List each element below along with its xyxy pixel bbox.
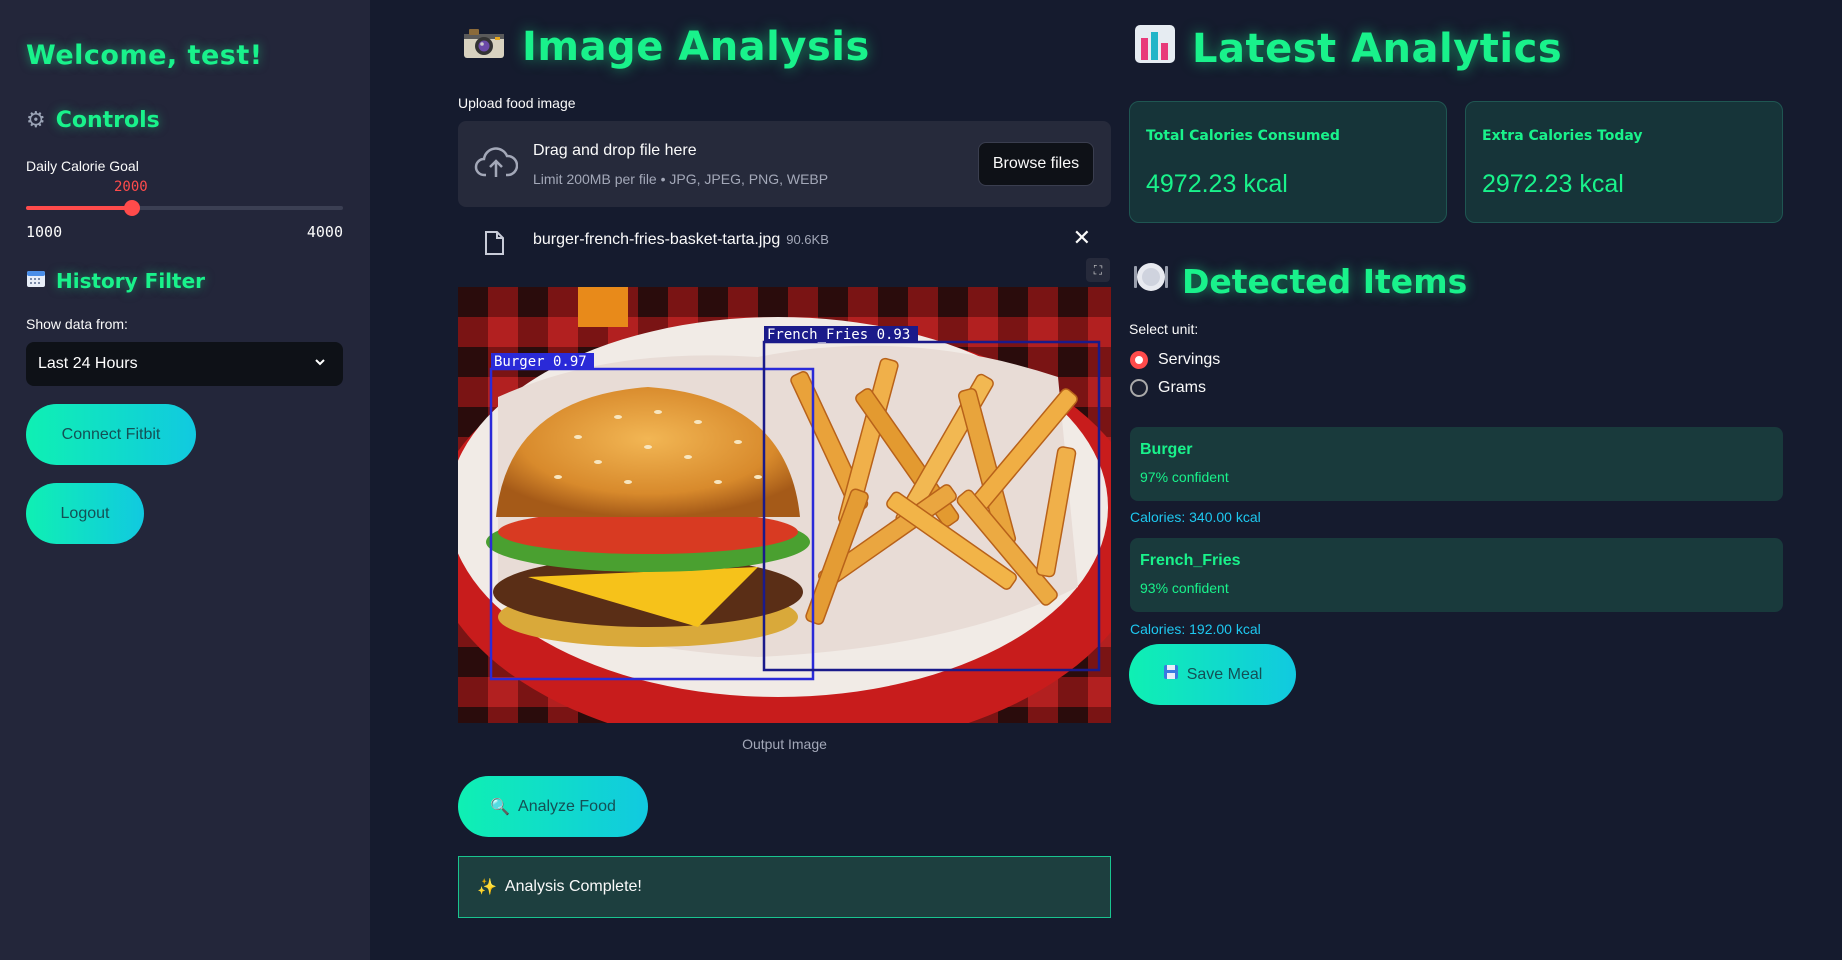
gear-icon: ⚙ — [26, 108, 46, 133]
unit-label: Select unit: — [1129, 321, 1199, 337]
goal-slider[interactable] — [26, 200, 343, 216]
item-calories: Calories: 192.00 kcal — [1130, 621, 1261, 637]
save-meal-label: Save Meal — [1186, 665, 1263, 683]
chevron-down-icon — [313, 355, 327, 374]
dropzone-title: Drag and drop file here — [533, 142, 697, 159]
analysis-success-alert: ✨ Analysis Complete! — [458, 856, 1111, 918]
history-heading: History Filter — [26, 268, 205, 294]
save-meal-button[interactable]: Save Meal — [1129, 644, 1296, 705]
item-confidence: 97% confident — [1140, 469, 1229, 485]
file-size: 90.6KB — [786, 232, 829, 247]
item-confidence: 93% confident — [1140, 580, 1229, 596]
analyze-food-label: Analyze Food — [518, 797, 616, 815]
calendar-icon — [26, 268, 46, 294]
save-icon — [1163, 664, 1179, 685]
item-name: French_Fries — [1140, 552, 1241, 569]
metric-label: Extra Calories Today — [1482, 128, 1643, 144]
output-image: Burger 0.97 French_Fries 0.93 — [458, 287, 1111, 723]
metric-value: 4972.23 kcal — [1146, 170, 1288, 198]
file-name: burger-french-fries-basket-tarta.jpg 90.6… — [533, 231, 829, 249]
plate-icon — [1134, 260, 1168, 302]
logout-button[interactable]: Logout — [26, 483, 144, 544]
goal-label: Daily Calorie Goal — [26, 158, 139, 174]
file-icon — [482, 230, 506, 260]
image-analysis-title: Image Analysis — [522, 24, 870, 70]
detected-items-title: Detected Items — [1182, 261, 1468, 301]
metric-label: Total Calories Consumed — [1146, 128, 1340, 144]
sidebar: Welcome, test! ⚙ Controls Daily Calorie … — [0, 0, 370, 960]
cloud-upload-icon — [474, 145, 519, 185]
detected-items-heading: Detected Items — [1134, 260, 1467, 302]
bar-chart-icon — [1134, 24, 1176, 73]
magnifier-icon: 🔍 — [490, 798, 511, 816]
radio-unselected[interactable] — [1130, 379, 1148, 397]
goal-slider-max: 4000 — [306, 223, 343, 241]
show-data-label: Show data from: — [26, 316, 128, 332]
history-filter-value: Last 24 Hours — [38, 355, 138, 372]
latest-analytics-heading: Latest Analytics — [1134, 24, 1562, 73]
item-calories: Calories: 340.00 kcal — [1130, 509, 1261, 525]
unit-option-servings[interactable]: Servings — [1130, 351, 1220, 369]
controls-heading: ⚙ Controls — [26, 108, 160, 133]
unit-option-label: Servings — [1158, 351, 1221, 368]
history-filter-select[interactable]: Last 24 Hours — [26, 342, 343, 386]
item-name: Burger — [1140, 441, 1193, 458]
metric-value: 2972.23 kcal — [1482, 170, 1624, 198]
analyze-food-button[interactable]: 🔍 Analyze Food — [458, 776, 648, 837]
dropzone-limit: Limit 200MB per file • JPG, JPEG, PNG, W… — [533, 171, 829, 187]
uploaded-file-row: burger-french-fries-basket-tarta.jpg 90.6… — [458, 220, 1111, 264]
browse-files-button[interactable]: Browse files — [978, 142, 1094, 186]
goal-slider-thumb[interactable] — [123, 200, 140, 216]
controls-title: Controls — [55, 108, 160, 133]
latest-analytics-title: Latest Analytics — [1192, 25, 1563, 72]
burger-detection-label: Burger 0.97 — [494, 354, 587, 370]
radio-selected[interactable] — [1130, 351, 1148, 369]
unit-option-label: Grams — [1158, 379, 1206, 396]
close-icon[interactable]: ✕ — [1073, 226, 1091, 251]
connect-fitbit-button[interactable]: Connect Fitbit — [26, 404, 196, 465]
unit-option-grams[interactable]: Grams — [1130, 379, 1206, 397]
image-analysis-heading: Image Analysis — [462, 24, 870, 70]
detected-item-card: French_Fries 93% confident — [1130, 538, 1783, 612]
goal-slider-value: 2000 — [114, 179, 148, 195]
output-image-caption: Output Image — [742, 736, 827, 752]
fries-detection-label: French_Fries 0.93 — [767, 327, 910, 343]
metric-extra-calories: Extra Calories Today 2972.23 kcal — [1465, 101, 1783, 223]
file-dropzone[interactable]: Drag and drop file here Limit 200MB per … — [458, 121, 1111, 207]
camera-icon — [462, 26, 506, 69]
goal-slider-fill — [26, 206, 132, 210]
file-name-text: burger-french-fries-basket-tarta.jpg — [533, 231, 781, 248]
analysis-success-text: Analysis Complete! — [504, 878, 642, 895]
history-title: History Filter — [56, 269, 206, 293]
detected-item-card: Burger 97% confident — [1130, 427, 1783, 501]
fullscreen-icon[interactable]: ⛶ — [1086, 258, 1110, 282]
upload-label: Upload food image — [458, 95, 576, 111]
welcome-heading: Welcome, test! — [26, 40, 263, 71]
goal-slider-min: 1000 — [26, 223, 63, 241]
sparkles-icon: ✨ — [477, 879, 497, 896]
metric-total-calories: Total Calories Consumed 4972.23 kcal — [1129, 101, 1447, 223]
